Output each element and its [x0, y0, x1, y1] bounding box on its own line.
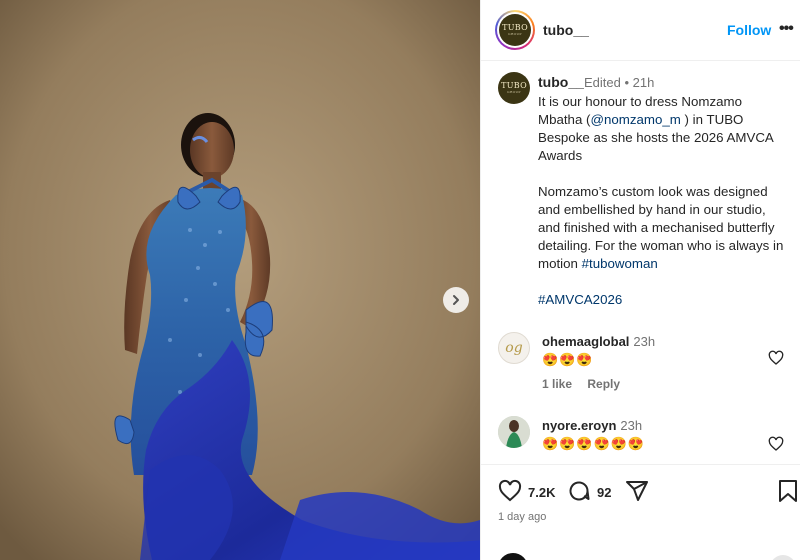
post-side-panel: TUBO GROUP tubo__ Follow ••• TUBO GROUP …: [480, 0, 800, 560]
comments-count[interactable]: 92: [597, 485, 611, 500]
share-icon[interactable]: [625, 479, 649, 503]
chevron-right-icon: [453, 295, 459, 305]
emoji-icon[interactable]: [770, 555, 796, 560]
likes-count[interactable]: 7.2K: [528, 485, 555, 500]
caption-avatar[interactable]: TUBO GROUP: [498, 72, 530, 104]
comment-actions: 1 like Reply: [542, 377, 632, 391]
follow-button[interactable]: Follow: [727, 22, 771, 38]
caption-meta: Edited • 21h: [584, 75, 655, 90]
story-ring[interactable]: TUBO GROUP: [495, 10, 535, 50]
post-header: TUBO GROUP tubo__ Follow •••: [481, 0, 800, 61]
more-options-icon[interactable]: •••: [779, 20, 794, 38]
heart-icon[interactable]: [768, 350, 784, 366]
next-slide-button[interactable]: [443, 287, 469, 313]
comment-text: 😍😍😍😍😍😍: [542, 436, 646, 451]
model-photo: [0, 0, 480, 560]
photo-avatar[interactable]: [498, 416, 530, 448]
reply-button[interactable]: Reply: [587, 377, 620, 391]
avatar: TUBO GROUP: [499, 14, 531, 46]
caption-username[interactable]: tubo__: [538, 74, 584, 90]
post-date[interactable]: 1 day ago: [498, 511, 546, 523]
bookmark-icon[interactable]: [777, 479, 799, 503]
comment-time: 23h: [620, 418, 643, 433]
like-heart-icon[interactable]: [498, 479, 522, 503]
hashtag-link[interactable]: #tubowoman: [582, 256, 658, 271]
mention-link[interactable]: @nomzamo_m: [590, 112, 680, 127]
caption-text: It is our honour to dress Nomzamo Mbatha…: [538, 94, 784, 307]
comment-time: 23h: [633, 334, 656, 349]
header-username[interactable]: tubo__: [543, 22, 589, 38]
hashtag-link[interactable]: #AMVCA2026: [538, 292, 622, 307]
post-actions-bar: 7.2K 92 1 day ago: [481, 464, 800, 560]
comment-username[interactable]: nyore.eroyn 23h: [542, 418, 642, 433]
likes-count[interactable]: 1 like: [542, 377, 572, 391]
comment-icon[interactable]: [567, 479, 591, 503]
comment-item: og ohemaaglobal 23h 😍😍😍 1 like Reply: [481, 330, 800, 391]
og-monogram-avatar[interactable]: og: [498, 332, 530, 364]
heart-icon[interactable]: [768, 436, 784, 452]
comment-text: 😍😍😍: [542, 352, 594, 367]
post-image: [0, 0, 480, 560]
avatar: [498, 553, 528, 560]
comment-username[interactable]: ohemaaglobal 23h: [542, 334, 655, 349]
